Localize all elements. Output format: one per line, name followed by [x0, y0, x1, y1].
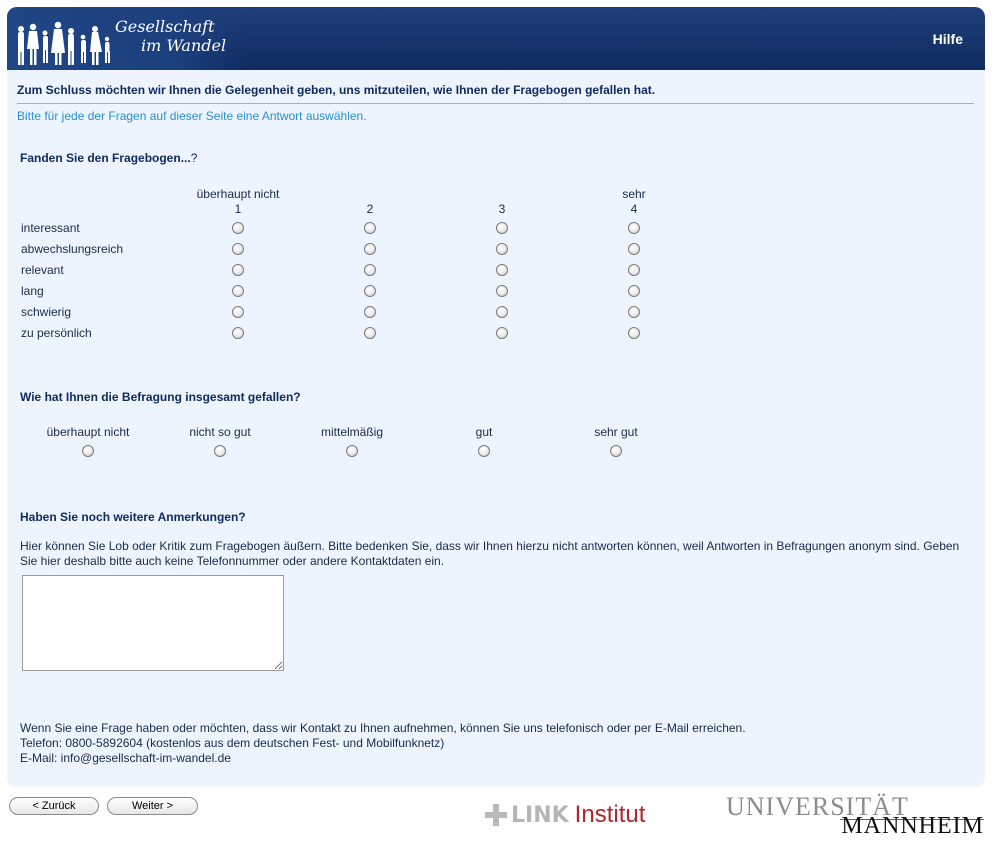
- matrix-row-label: lang: [21, 284, 44, 298]
- next-button[interactable]: Weiter >: [107, 797, 198, 815]
- radio-zu-persoenlich-1[interactable]: [232, 327, 244, 339]
- link-cross-icon: [485, 804, 507, 826]
- radio-overall-5[interactable]: [610, 445, 622, 457]
- scale-header-3: 3: [442, 187, 562, 217]
- uni-bottom-word: MANNHEIM: [841, 813, 984, 839]
- radio-abwechslungsreich-3[interactable]: [496, 243, 508, 255]
- radio-zu-persoenlich-3[interactable]: [496, 327, 508, 339]
- matrix-row-label: interessant: [21, 221, 80, 235]
- radio-interessant-1[interactable]: [232, 222, 244, 234]
- radio-relevant-3[interactable]: [496, 264, 508, 276]
- contact-email: E-Mail: info@gesellschaft-im-wandel.de: [20, 751, 231, 765]
- option-label: mittelmäßig: [320, 425, 383, 439]
- radio-overall-2[interactable]: [214, 445, 226, 457]
- scale-header-2: 2: [310, 187, 430, 217]
- matrix-row-label: abwechslungsreich: [21, 242, 124, 256]
- radio-schwierig-2[interactable]: [364, 306, 376, 318]
- radio-lang-3[interactable]: [496, 285, 508, 297]
- radio-interessant-4[interactable]: [628, 222, 640, 234]
- option-label: überhaupt nicht: [46, 425, 130, 439]
- radio-zu-persoenlich-2[interactable]: [364, 327, 376, 339]
- radio-abwechslungsreich-4[interactable]: [628, 243, 640, 255]
- matrix-row-label: relevant: [21, 263, 64, 277]
- radio-relevant-4[interactable]: [628, 264, 640, 276]
- radio-schwierig-1[interactable]: [232, 306, 244, 318]
- link-institut-word: Institut: [574, 801, 646, 828]
- question-3-title: Haben Sie noch weitere Anmerkungen?: [20, 510, 246, 524]
- radio-lang-2[interactable]: [364, 285, 376, 297]
- scale-header-3-label: [442, 187, 562, 202]
- radio-abwechslungsreich-1[interactable]: [232, 243, 244, 255]
- logo-text: Gesellschaft im Wandel: [115, 17, 226, 55]
- question-1-text: Fanden Sie den Fragebogen...: [20, 151, 191, 165]
- radio-schwierig-4[interactable]: [628, 306, 640, 318]
- radio-lang-4[interactable]: [628, 285, 640, 297]
- scale-header-1: überhaupt nicht 1: [178, 187, 298, 217]
- back-button[interactable]: < Zurück: [9, 797, 99, 815]
- scale-header-4-number: 4: [630, 202, 638, 216]
- contact-info: Wenn Sie eine Frage haben oder möchten, …: [20, 721, 746, 766]
- scale-header-1-number: 1: [234, 202, 242, 216]
- intro-heading: Zum Schluss möchten wir Ihnen die Gelege…: [17, 83, 974, 104]
- scale-header-2-number: 2: [366, 202, 374, 216]
- radio-schwierig-3[interactable]: [496, 306, 508, 318]
- contact-phone: Telefon: 0800-5892604 (kostenlos aus dem…: [20, 736, 445, 750]
- logo: Gesellschaft im Wandel: [7, 7, 247, 70]
- radio-relevant-1[interactable]: [232, 264, 244, 276]
- scale-header-3-number: 3: [498, 202, 506, 216]
- option-label: gut: [475, 425, 493, 439]
- header-bar: Gesellschaft im Wandel Hilfe: [7, 7, 985, 70]
- survey-panel: Gesellschaft im Wandel Hilfe Zum Schluss…: [7, 7, 985, 787]
- link-institut-logo: LINK Institut: [485, 800, 645, 830]
- scale-header-4-label: sehr: [622, 187, 646, 201]
- option-label: sehr gut: [594, 425, 638, 439]
- question-3-description: Hier können Sie Lob oder Kritik zum Frag…: [20, 539, 960, 568]
- radio-interessant-3[interactable]: [496, 222, 508, 234]
- contact-line-1: Wenn Sie eine Frage haben oder möchten, …: [20, 721, 746, 735]
- matrix-row-label: zu persönlich: [21, 326, 92, 340]
- scale-header-2-label: [310, 187, 430, 202]
- radio-interessant-2[interactable]: [364, 222, 376, 234]
- link-word: LINK: [511, 802, 569, 828]
- logo-line-2: im Wandel: [141, 36, 227, 55]
- university-mannheim-logo: UNIVERSITÄT MANNHEIM: [726, 792, 986, 842]
- scale-header-4: sehr 4: [574, 187, 694, 217]
- radio-zu-persoenlich-4[interactable]: [628, 327, 640, 339]
- people-silhouette-icon: [18, 21, 110, 65]
- logo-line-1: Gesellschaft: [115, 17, 215, 36]
- radio-abwechslungsreich-2[interactable]: [364, 243, 376, 255]
- option-label: nicht so gut: [189, 425, 251, 439]
- radio-overall-1[interactable]: [82, 445, 94, 457]
- radio-lang-1[interactable]: [232, 285, 244, 297]
- question-1-mark: ?: [190, 151, 198, 165]
- matrix-row-label: schwierig: [21, 305, 72, 319]
- help-link[interactable]: Hilfe: [933, 31, 963, 47]
- scale-header-1-label: überhaupt nicht: [196, 187, 280, 201]
- radio-relevant-2[interactable]: [364, 264, 376, 276]
- radio-overall-3[interactable]: [346, 445, 358, 457]
- question-2-title: Wie hat Ihnen die Befragung insgesamt ge…: [20, 390, 301, 404]
- question-1-title: Fanden Sie den Fragebogen...?: [20, 151, 197, 165]
- comment-textarea[interactable]: [22, 575, 284, 671]
- radio-overall-4[interactable]: [478, 445, 490, 457]
- instruction-hint: Bitte für jede der Fragen auf dieser Sei…: [17, 109, 367, 123]
